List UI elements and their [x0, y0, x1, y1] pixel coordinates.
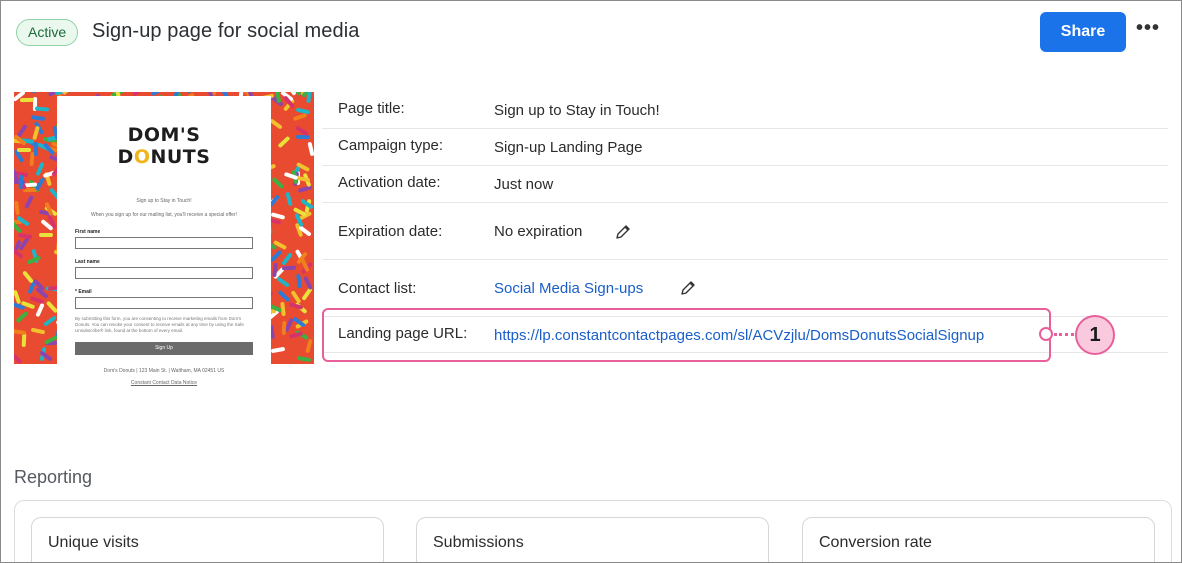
callout-number-badge: 1 — [1075, 315, 1115, 355]
sprinkle — [17, 147, 32, 152]
ellipsis-icon[interactable]: ••• — [1135, 18, 1161, 43]
logo-letters-nuts: NUTS — [150, 146, 211, 168]
sprinkle — [270, 346, 285, 353]
campaign-type-label: Campaign type: — [338, 137, 444, 154]
preview-subheading: When you sign up for our mailing list, y… — [91, 212, 237, 218]
campaign-type-value: Sign-up Landing Page — [494, 139, 643, 156]
sprinkle — [24, 194, 34, 209]
sprinkle — [281, 252, 294, 266]
activation-date-value: Just now — [494, 176, 554, 193]
sprinkle — [18, 174, 24, 189]
sprinkle — [306, 141, 314, 156]
sprinkle — [30, 115, 45, 122]
sprinkle — [38, 232, 53, 237]
preview-input — [75, 237, 253, 249]
sprinkle — [34, 105, 49, 112]
expiration-date-label: Expiration date: — [338, 223, 443, 240]
sprinkle — [29, 296, 45, 305]
sprinkle — [288, 331, 303, 339]
sprinkle — [296, 356, 312, 363]
activation-date-label: Activation date: — [338, 174, 441, 191]
logo-line-1: DOM'S — [127, 124, 201, 146]
card-title: Conversion rate — [819, 534, 932, 551]
contact-list-link[interactable]: Social Media Sign-ups — [494, 280, 643, 297]
sprinkle — [276, 275, 291, 288]
logo-letter-d: D — [117, 146, 134, 168]
preview-fine-print: By submitting this form, you are consent… — [75, 316, 244, 333]
preview-input — [75, 267, 253, 279]
card-title: Submissions — [433, 534, 524, 551]
sprinkle — [35, 302, 45, 317]
detail-row-expiration: Expiration date: No expiration — [322, 203, 1168, 260]
unique-visits-card[interactable]: Unique visits — [31, 517, 384, 562]
sprinkle — [288, 302, 303, 311]
preview-footer-address: Dom's Donuts | 123 Main St. | Waltham, M… — [103, 368, 225, 374]
conversion-rate-card[interactable]: Conversion rate — [802, 517, 1155, 562]
page-frame: Active Sign-up page for social media Sha… — [0, 0, 1182, 563]
logo: DOM'S DONUTS — [57, 124, 271, 168]
sprinkle — [277, 289, 291, 303]
sprinkle — [35, 176, 46, 191]
sprinkle — [269, 249, 283, 263]
sprinkle — [21, 270, 34, 284]
preview-field-label: Last name — [75, 259, 100, 265]
page-title-value: Sign up to Stay in Touch! — [494, 102, 660, 119]
sprinkle — [292, 112, 308, 122]
sprinkle — [290, 289, 302, 304]
logo-line-2: DONUTS — [57, 146, 271, 168]
expiration-date-value: No expiration — [494, 223, 583, 240]
page-title-label: Page title: — [338, 100, 405, 117]
detail-row-activation: Activation date: Just now — [322, 166, 1168, 203]
preview-heading: Sign up to Stay in Touch! — [136, 198, 192, 204]
detail-row-campaign-type: Campaign type: Sign-up Landing Page — [322, 129, 1168, 166]
sprinkle — [15, 311, 29, 324]
preview-field-label: First name — [75, 229, 101, 235]
sprinkle — [20, 97, 35, 102]
sprinkle — [14, 328, 27, 335]
share-button[interactable]: Share — [1040, 12, 1126, 52]
sprinkle — [14, 351, 23, 364]
preview-card: DOM'S DONUTS Sign up to Stay in Touch! W… — [57, 96, 271, 364]
detail-row-page-title: Page title: Sign up to Stay in Touch! — [322, 92, 1168, 129]
sprinkle — [295, 273, 302, 289]
preview-field-label: * Email — [75, 289, 92, 295]
sprinkle — [30, 327, 46, 335]
preview-footer-link: Constant Contact Data Notice — [130, 380, 198, 386]
sprinkle — [302, 276, 313, 291]
sprinkle — [284, 192, 293, 207]
sprinkle — [304, 338, 313, 354]
sprinkle — [277, 136, 291, 149]
preview-input — [75, 297, 253, 309]
edit-pencil-icon[interactable] — [680, 280, 696, 296]
edit-pencil-icon[interactable] — [615, 224, 631, 240]
preview-signup-button: Sign Up — [75, 342, 253, 355]
sprinkle — [14, 200, 20, 216]
sprinkle — [281, 266, 297, 271]
status-badge: Active — [16, 19, 79, 46]
sprinkle — [21, 332, 27, 348]
donut-icon: O — [133, 146, 151, 168]
callout-anchor — [1039, 327, 1053, 341]
contact-list-label: Contact list: — [338, 280, 417, 297]
landing-page-preview[interactable]: DOM'S DONUTS Sign up to Stay in Touch! W… — [14, 92, 314, 364]
url-highlight-box — [322, 308, 1051, 362]
card-title: Unique visits — [48, 534, 139, 551]
submissions-card[interactable]: Submissions — [416, 517, 769, 562]
sprinkle — [296, 134, 311, 140]
callout-connector — [1054, 333, 1074, 336]
sprinkle — [271, 176, 285, 190]
reporting-heading: Reporting — [14, 467, 93, 487]
sprinkle — [27, 255, 42, 265]
page-title: Sign-up page for social media — [92, 20, 360, 42]
sprinkle — [297, 185, 313, 194]
sprinkle — [281, 320, 287, 336]
